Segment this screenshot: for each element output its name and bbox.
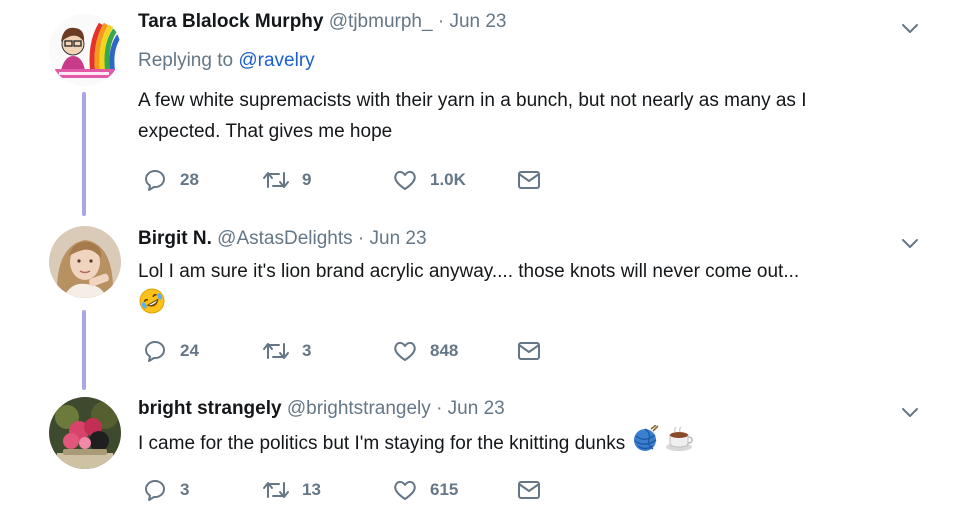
display-name[interactable]: bright strangely [138, 398, 282, 419]
like-button[interactable]: 615 [392, 477, 458, 503]
heart-icon [394, 170, 416, 190]
display-name[interactable]: Tara Blalock Murphy [138, 11, 323, 32]
retweet-button[interactable]: 13 [262, 477, 321, 503]
like-count: 615 [430, 480, 459, 499]
tweet-text-line: I came for the politics but I'm staying … [138, 433, 626, 455]
chevron-down-icon[interactable] [898, 400, 922, 424]
tweet-text: Lol I am sure it's lion brand acrylic an… [138, 256, 928, 318]
tweet-date[interactable]: Jun 23 [448, 398, 505, 419]
heart-icon [394, 341, 416, 361]
like-count: 848 [430, 341, 459, 360]
tweet-text-line: expected. That gives me hope [138, 121, 393, 142]
separator-dot: · [437, 11, 445, 32]
like-button[interactable]: 848 [392, 338, 458, 364]
coffee-cup-emoji [664, 425, 694, 463]
replying-to: Replying to @ravelry [138, 50, 315, 72]
avatar-image [49, 14, 121, 86]
direct-message-button[interactable] [516, 477, 542, 503]
tweet-header: bright strangely @brightstrangely · Jun … [138, 398, 505, 420]
retweet-icon [263, 482, 289, 498]
tweet-actions: 28 9 1.0K [138, 167, 558, 197]
tweet-header: Birgit N. @AstasDelights · Jun 23 [138, 228, 427, 250]
avatar[interactable] [49, 397, 121, 469]
user-handle[interactable]: @brightstrangely [287, 398, 431, 419]
retweet-button[interactable]: 9 [262, 167, 311, 193]
yarn-ball-emoji [631, 424, 659, 463]
replying-handle-link[interactable]: @ravelry [238, 50, 314, 71]
tweet-text-line: Lol I am sure it's lion brand acrylic an… [138, 261, 800, 282]
reply-count: 28 [180, 170, 199, 189]
tweet-actions: 24 3 848 [138, 338, 558, 368]
avatar[interactable] [49, 14, 121, 86]
tweet-text: A few white supremacists with their yarn… [138, 85, 928, 147]
user-handle[interactable]: @AstasDelights [217, 228, 352, 249]
tweet-date[interactable]: Jun 23 [370, 228, 427, 249]
envelope-icon [518, 342, 540, 360]
tweet-date[interactable]: Jun 23 [449, 11, 506, 32]
avatar-image [49, 226, 121, 298]
tweet-header: Tara Blalock Murphy @tjbmurph_ · Jun 23 [138, 11, 506, 33]
reply-button[interactable]: 3 [142, 477, 189, 503]
reply-count: 3 [180, 480, 190, 499]
like-count: 1.0K [430, 170, 466, 189]
reply-button[interactable]: 24 [142, 338, 199, 364]
reply-icon [145, 341, 166, 362]
chevron-down-icon[interactable] [898, 231, 922, 255]
replying-label: Replying to [138, 50, 234, 71]
tweet-text-line: A few white supremacists with their yarn… [138, 90, 807, 111]
rolling-on-floor-laughing-emoji [138, 287, 166, 325]
envelope-icon [518, 171, 540, 189]
reply-icon [145, 480, 166, 501]
reply-count: 24 [180, 341, 199, 360]
thread-line [82, 92, 86, 216]
retweet-count: 3 [302, 341, 312, 360]
tweet-actions: 3 13 615 [138, 477, 558, 507]
direct-message-button[interactable] [516, 338, 542, 364]
reply-icon [145, 170, 166, 191]
user-handle[interactable]: @tjbmurph_ [329, 11, 433, 32]
envelope-icon [518, 481, 540, 499]
emoji-row [138, 287, 928, 318]
avatar[interactable] [49, 226, 121, 298]
display-name[interactable]: Birgit N. [138, 228, 212, 249]
thread-line [82, 310, 86, 390]
like-button[interactable]: 1.0K [392, 167, 466, 193]
retweet-button[interactable]: 3 [262, 338, 311, 364]
tweet-text: I came for the politics but I'm staying … [138, 424, 928, 463]
direct-message-button[interactable] [516, 167, 542, 193]
retweet-count: 13 [302, 480, 321, 499]
chevron-down-icon[interactable] [898, 16, 922, 40]
separator-dot: · [436, 398, 443, 419]
avatar-image [49, 397, 121, 469]
retweet-icon [263, 172, 289, 188]
reply-button[interactable]: 28 [142, 167, 199, 193]
retweet-icon [263, 343, 289, 359]
heart-icon [394, 480, 416, 500]
separator-dot: · [357, 228, 365, 249]
retweet-count: 9 [302, 170, 312, 189]
